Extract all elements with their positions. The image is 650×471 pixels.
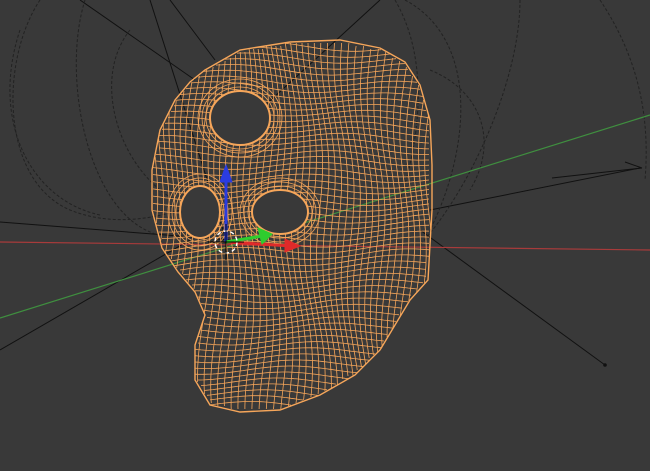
3d-viewport[interactable]: [0, 0, 650, 471]
viewport-canvas[interactable]: [0, 0, 650, 471]
curve-paths: [9, 0, 647, 246]
floor-axis-lines: [0, 114, 650, 319]
skull-wireframe-mesh[interactable]: [151, 39, 433, 413]
